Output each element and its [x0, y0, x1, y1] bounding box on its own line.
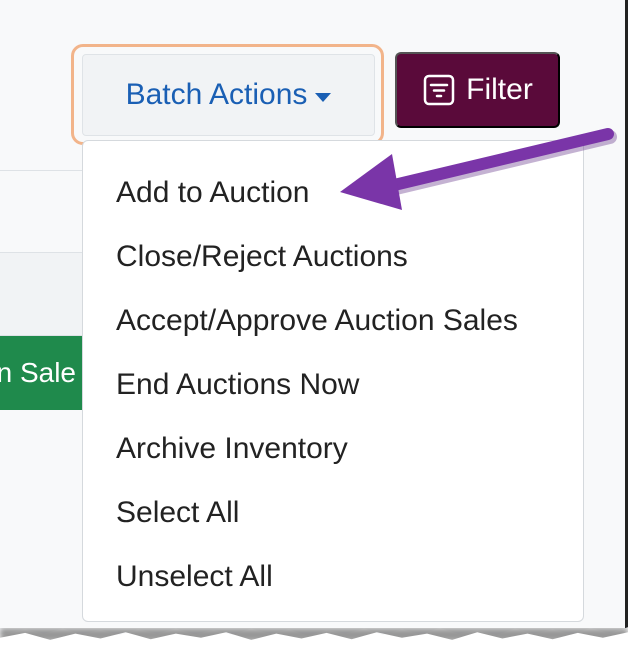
menu-item-close-reject-auctions[interactable]: Close/Reject Auctions	[83, 225, 583, 289]
partial-sale-button[interactable]: n Sale	[0, 336, 84, 410]
partial-sale-button-label: n Sale	[0, 357, 76, 388]
filter-icon	[423, 74, 455, 106]
filter-button[interactable]: Filter	[395, 52, 560, 128]
page-background: n Sale Batch Actions Filter Add to Aucti…	[0, 0, 628, 636]
menu-item-select-all[interactable]: Select All	[83, 481, 583, 545]
menu-item-unselect-all[interactable]: Unselect All	[83, 545, 583, 609]
filter-label: Filter	[466, 73, 533, 106]
caret-down-icon	[315, 92, 332, 102]
arrow-annotation	[340, 128, 617, 210]
table-divider	[0, 170, 82, 171]
menu-item-end-auctions-now[interactable]: End Auctions Now	[83, 353, 583, 417]
menu-item-archive-inventory[interactable]: Archive Inventory	[83, 417, 583, 481]
menu-item-accept-approve-auction-sales[interactable]: Accept/Approve Auction Sales	[83, 289, 583, 353]
batch-actions-label: Batch Actions	[125, 78, 308, 111]
table-header-row	[0, 253, 82, 335]
torn-edge-shadow	[0, 628, 628, 640]
